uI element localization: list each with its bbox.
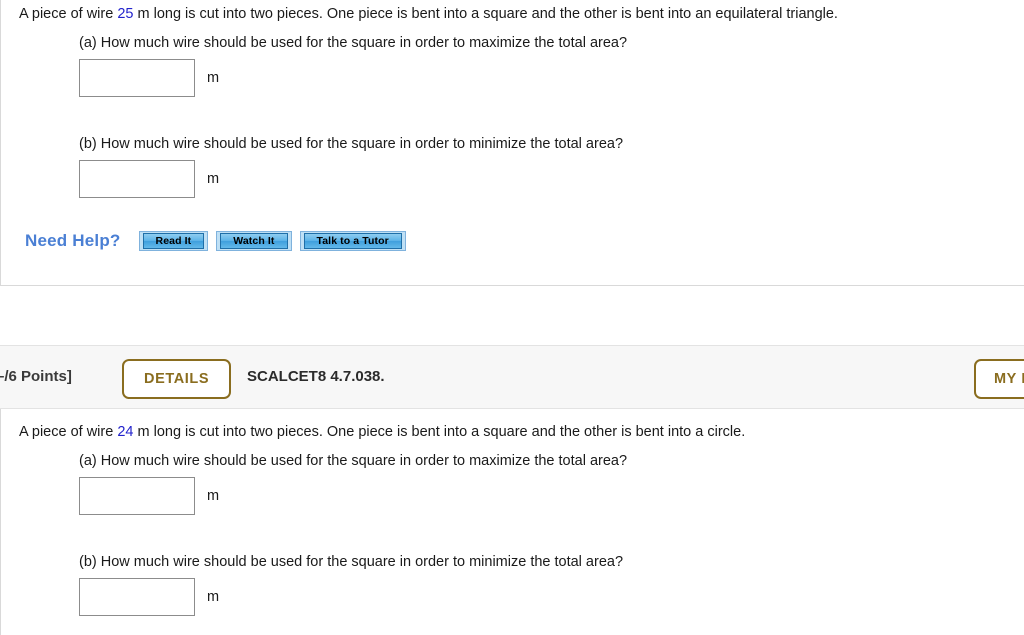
question-1-part-a-input[interactable] [79, 59, 195, 97]
my-notes-button[interactable]: MY NOTES [974, 359, 1024, 399]
question-card-1: A piece of wire 25 m long is cut into tw… [0, 0, 1024, 286]
details-button[interactable]: DETAILS [122, 359, 232, 399]
card-gap [0, 286, 1024, 345]
need-help-label: Need Help? [25, 231, 121, 250]
question-2-points: –/6 Points] [0, 368, 72, 385]
question-2-part-b-unit: m [207, 589, 220, 605]
read-it-button[interactable]: Read It [138, 231, 209, 251]
question-1-prompt: A piece of wire 25 m long is cut into tw… [19, 5, 838, 25]
question-2-header: –/6 Points] DETAILS SCALCET8 4.7.038. MY… [0, 345, 1024, 409]
question-2-part-b-input[interactable] [79, 578, 195, 616]
question-1-part-a-answer-row: m [79, 59, 219, 97]
question-1-part-a-unit: m [207, 70, 220, 86]
talk-to-a-tutor-button[interactable]: Talk to a Tutor [299, 231, 406, 251]
talk-to-a-tutor-button-label: Talk to a Tutor [303, 233, 402, 249]
question-1-part-b-unit: m [207, 171, 220, 187]
read-it-button-label: Read It [142, 233, 205, 249]
question-2-prompt: A piece of wire 24 m long is cut into tw… [19, 423, 745, 443]
question-1-part-b-input[interactable] [79, 160, 195, 198]
question-1-wire-length: 25 [117, 6, 134, 22]
question-1-prompt-before: A piece of wire [19, 6, 118, 22]
question-2-prompt-after: m long is cut into two pieces. One piece… [133, 424, 746, 440]
question-1-part-a-label: (a) How much wire should be used for the… [79, 35, 628, 51]
question-1-prompt-after: m long is cut into two pieces. One piece… [133, 6, 838, 22]
question-2-wire-length: 24 [117, 424, 134, 440]
question-1-need-help: Need Help? Read It Watch It Talk to a Tu… [25, 231, 414, 251]
question-card-2: –/6 Points] DETAILS SCALCET8 4.7.038. MY… [0, 345, 1024, 635]
question-2-part-b-answer-row: m [79, 578, 219, 616]
question-2-code: SCALCET8 4.7.038. [247, 368, 385, 385]
question-2-part-a-answer-row: m [79, 477, 219, 515]
question-2-part-a-label: (a) How much wire should be used for the… [79, 453, 628, 469]
question-2-part-b-label: (b) How much wire should be used for the… [79, 554, 624, 570]
question-2-part-a-unit: m [207, 488, 220, 504]
question-1-part-b-label: (b) How much wire should be used for the… [79, 136, 624, 152]
question-2-prompt-before: A piece of wire [19, 424, 118, 440]
question-2-part-a-input[interactable] [79, 477, 195, 515]
question-1-part-b-answer-row: m [79, 160, 219, 198]
question-2-body: A piece of wire 24 m long is cut into tw… [0, 409, 1024, 635]
watch-it-button[interactable]: Watch It [216, 231, 292, 251]
watch-it-button-label: Watch It [220, 233, 288, 249]
